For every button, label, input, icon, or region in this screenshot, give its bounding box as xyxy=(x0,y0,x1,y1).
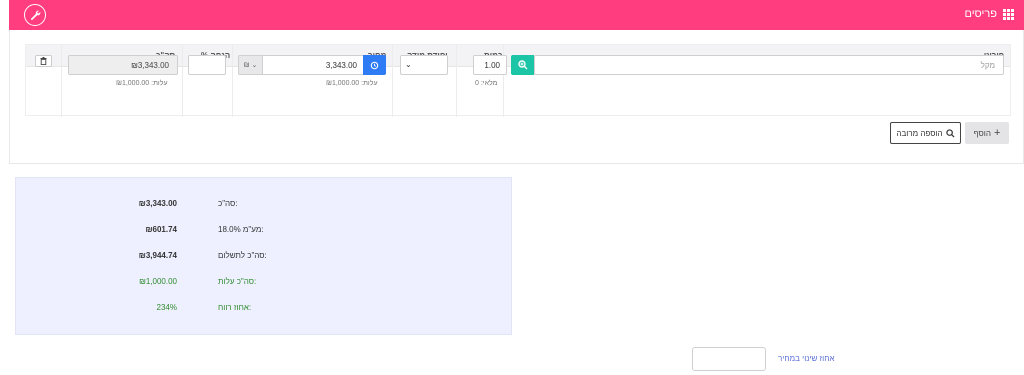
delete-row-button[interactable] xyxy=(35,55,52,67)
price-history-button[interactable] xyxy=(363,55,386,75)
summary-value: 234% xyxy=(156,303,177,312)
plus-icon: + xyxy=(993,127,1001,139)
price-change-label: אחוז שינוי במחיר xyxy=(778,354,835,363)
discount-input[interactable] xyxy=(188,55,226,75)
price-value: 3,343.00 xyxy=(325,61,357,70)
price-cost-note: עלות: ₪1,000.00 xyxy=(326,80,378,87)
search-plus-icon xyxy=(517,60,527,70)
line-total-field: ₪3,343.00 xyxy=(68,55,178,75)
summary-label: אחוז רווח: xyxy=(218,303,252,312)
header-title-group[interactable]: פריסים xyxy=(964,8,1014,20)
description-input[interactable]: מקל xyxy=(534,55,1004,75)
app-root: פריסים פירוט כמות יחידת מידה מחיר % הנחה… xyxy=(0,0,1024,375)
item-search-button[interactable] xyxy=(511,55,534,75)
header-title: פריסים xyxy=(964,8,997,20)
totals-summary: ₪3,343.00 סה"כ: ₪601.74 מע"מ 18.0%: ₪3,9… xyxy=(15,177,512,335)
add-line-button[interactable]: + הוסף xyxy=(965,122,1009,144)
summary-label: סה"כ לתשלום: xyxy=(218,251,267,260)
currency-symbol: ₪ xyxy=(243,61,250,69)
summary-label: מע"מ 18.0%: xyxy=(218,225,264,234)
stock-note: מלאי: 0 xyxy=(475,80,498,87)
price-change-input[interactable] xyxy=(692,347,766,371)
bulk-add-button[interactable]: הוספה מרובה xyxy=(890,122,961,144)
description-placeholder: מקל xyxy=(980,61,995,70)
items-card: פירוט כמות יחידת מידה מחיר % הנחה סה"כ מ… xyxy=(9,30,1024,164)
column-divider xyxy=(61,45,62,117)
chevron-down-icon: ⌄ xyxy=(251,62,258,69)
quantity-input[interactable]: 1.00 xyxy=(473,55,507,75)
top-header-bar: פריסים xyxy=(9,0,1024,30)
bulk-add-label: הוספה מרובה xyxy=(896,128,943,138)
quantity-value: 1.00 xyxy=(484,61,500,70)
summary-label: סה"כ: xyxy=(218,199,238,208)
price-input[interactable]: 3,343.00 xyxy=(262,55,364,75)
settings-button[interactable] xyxy=(24,4,46,26)
summary-value: ₪601.74 xyxy=(145,225,177,234)
unit-select[interactable]: ⌄ xyxy=(400,55,448,75)
currency-select[interactable]: ₪ ⌄ xyxy=(238,55,263,75)
column-divider xyxy=(392,45,393,117)
add-line-label: הוסף xyxy=(973,128,991,138)
column-divider xyxy=(456,45,457,117)
history-icon xyxy=(370,61,379,69)
column-divider xyxy=(232,45,233,117)
trash-icon xyxy=(40,57,47,65)
wrench-icon xyxy=(30,10,41,21)
grid-icon xyxy=(1003,8,1014,20)
summary-label: סה"כ עלות: xyxy=(218,277,257,286)
summary-value: ₪1,000.00 xyxy=(139,277,177,286)
summary-value: ₪3,343.00 xyxy=(138,199,177,208)
items-table: פירוט כמות יחידת מידה מחיר % הנחה סה"כ מ… xyxy=(25,44,1011,117)
total-cost-note: עלות: ₪1,000.00 xyxy=(116,80,168,87)
summary-value: ₪3,944.74 xyxy=(138,251,177,260)
column-divider xyxy=(182,45,183,117)
search-plus-icon xyxy=(945,128,955,138)
line-total-value: ₪3,343.00 xyxy=(131,61,169,70)
chevron-down-icon: ⌄ xyxy=(405,60,412,69)
